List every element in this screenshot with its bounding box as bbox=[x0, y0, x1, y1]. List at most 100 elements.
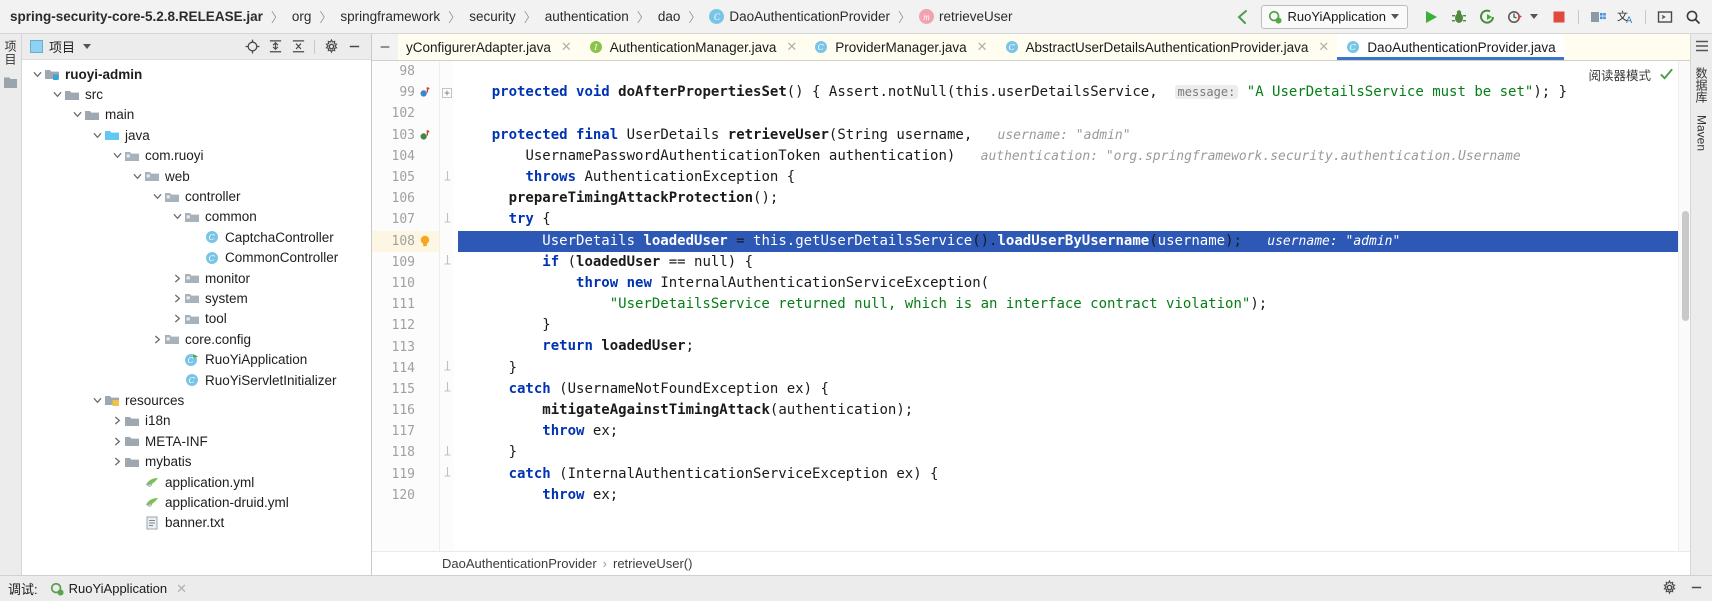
tree-node-web[interactable]: web bbox=[22, 166, 371, 186]
fold-marker-106[interactable] bbox=[440, 188, 454, 209]
code-line-118[interactable]: } bbox=[458, 442, 1678, 463]
inspections-ok-icon[interactable] bbox=[1659, 66, 1674, 84]
project-tree[interactable]: ruoyi-admin src main java com.ruoyi web contro… bbox=[22, 60, 371, 575]
fold-marker-115[interactable] bbox=[440, 379, 454, 400]
close-icon[interactable]: ✕ bbox=[786, 39, 797, 55]
editor-tab-daoauthenticationprovider[interactable]: C DaoAuthenticationProvider.java bbox=[1337, 34, 1565, 60]
locate-icon[interactable] bbox=[241, 37, 263, 57]
editor-breadcrumb-item[interactable]: retrieveUser() bbox=[613, 556, 692, 571]
breadcrumb-item[interactable]: C DaoAuthenticationProvider bbox=[707, 9, 892, 24]
project-view-chevron-down-icon[interactable] bbox=[83, 44, 92, 49]
fold-marker-116[interactable] bbox=[440, 400, 454, 421]
debug-session-tab[interactable]: RuoYiApplication ✕ bbox=[44, 578, 193, 600]
gutter-line-105[interactable]: 105 bbox=[372, 167, 439, 188]
code-line-109[interactable]: if (loadedUser == null) { bbox=[458, 252, 1678, 273]
breadcrumb-item[interactable]: m retrieveUser bbox=[917, 9, 1015, 24]
chevron-right-icon[interactable] bbox=[110, 455, 124, 469]
chevron-down-icon[interactable] bbox=[70, 108, 84, 122]
hamburger-icon[interactable] bbox=[1695, 40, 1709, 55]
fold-marker-103[interactable] bbox=[440, 125, 454, 146]
chevron-down-icon[interactable] bbox=[30, 67, 44, 81]
breadcrumb-item[interactable]: dao bbox=[656, 9, 683, 24]
breadcrumb-item[interactable]: authentication bbox=[543, 9, 631, 24]
gutter-line-109[interactable]: 109 bbox=[372, 252, 439, 273]
chevron-right-icon[interactable] bbox=[110, 434, 124, 448]
translate-icon[interactable]: 文A bbox=[1613, 4, 1639, 30]
gutter-line-106[interactable]: 106 bbox=[372, 188, 439, 209]
scrollbar-thumb[interactable] bbox=[1682, 211, 1689, 321]
code-line-111[interactable]: "UserDetailsService returned null, which… bbox=[458, 294, 1678, 315]
fold-marker-117[interactable] bbox=[440, 421, 454, 442]
editor-tab-abstractuserdetailsauthenticationprovider[interactable]: C AbstractUserDetailsAuthenticationProvid… bbox=[995, 34, 1338, 60]
structure-icon[interactable] bbox=[3, 76, 19, 90]
chevron-right-icon[interactable] bbox=[170, 271, 184, 285]
code-line-113[interactable]: return loadedUser; bbox=[458, 336, 1678, 357]
tree-node-i18n[interactable]: i18n bbox=[22, 411, 371, 431]
code-line-119[interactable]: catch (InternalAuthenticationServiceExce… bbox=[458, 464, 1678, 485]
tree-node-commoncontroller[interactable]: C CommonController bbox=[22, 248, 371, 268]
gutter-line-120[interactable]: 120 bbox=[372, 485, 439, 506]
debug-icon[interactable] bbox=[1446, 4, 1472, 30]
code-line-103[interactable]: protected final UserDetails retrieveUser… bbox=[458, 125, 1678, 146]
fold-marker-105[interactable] bbox=[440, 167, 454, 188]
override-method-gutter-icon[interactable] bbox=[415, 129, 435, 142]
chevron-down-icon[interactable] bbox=[150, 190, 164, 204]
reader-mode-label[interactable]: 阅读器模式 bbox=[1588, 65, 1651, 84]
fold-marker-99[interactable] bbox=[440, 82, 454, 103]
editor-tab-authenticationmanager[interactable]: I AuthenticationManager.java ✕ bbox=[579, 34, 806, 60]
fold-column[interactable] bbox=[440, 61, 454, 551]
close-icon[interactable]: ✕ bbox=[1318, 39, 1329, 55]
tree-node-mybatis[interactable]: mybatis bbox=[22, 451, 371, 471]
editor-gutter[interactable]: 98 99 102 103 104 105 106 107 108 109 110 111 112 113… bbox=[372, 61, 440, 551]
chevron-down-icon[interactable] bbox=[50, 88, 64, 102]
run-icon[interactable] bbox=[1418, 4, 1444, 30]
chevron-down-icon[interactable] bbox=[90, 393, 104, 407]
gutter-line-103[interactable]: 103 bbox=[372, 125, 439, 146]
chevron-right-icon[interactable] bbox=[170, 312, 184, 326]
run-configuration-selector[interactable]: RuoYiApplication bbox=[1261, 4, 1408, 29]
chevron-right-icon[interactable] bbox=[150, 332, 164, 346]
search-everywhere-icon[interactable] bbox=[1680, 4, 1706, 30]
fold-marker-120[interactable] bbox=[440, 485, 454, 506]
settings-icon[interactable] bbox=[320, 37, 342, 57]
tree-node-com-ruoyi[interactable]: com.ruoyi bbox=[22, 146, 371, 166]
tree-node-tool[interactable]: tool bbox=[22, 309, 371, 329]
fold-marker-111[interactable] bbox=[440, 294, 454, 315]
stop-icon[interactable] bbox=[1546, 4, 1572, 30]
tree-node-common[interactable]: common bbox=[22, 207, 371, 227]
tree-node-controller[interactable]: controller bbox=[22, 186, 371, 206]
code-line-114[interactable]: } bbox=[458, 358, 1678, 379]
chevron-down-icon[interactable] bbox=[170, 210, 184, 224]
chevron-right-icon[interactable] bbox=[170, 291, 184, 305]
gutter-line-98[interactable]: 98 bbox=[372, 61, 439, 82]
editor-tab-yconfigureradapter[interactable]: yConfigurerAdapter.java ✕ bbox=[398, 34, 580, 60]
code-line-112[interactable]: } bbox=[458, 315, 1678, 336]
code-line-115[interactable]: catch (UsernameNotFoundException ex) { bbox=[458, 379, 1678, 400]
code-line-99[interactable]: protected void doAfterPropertiesSet() { … bbox=[458, 82, 1678, 103]
gutter-line-99[interactable]: 99 bbox=[372, 82, 439, 103]
minimize-icon[interactable] bbox=[1689, 580, 1704, 598]
tree-node-resources[interactable]: resources bbox=[22, 390, 371, 410]
gutter-line-118[interactable]: 118 bbox=[372, 442, 439, 463]
run-method-gutter-icon[interactable] bbox=[415, 86, 435, 99]
run-with-coverage-icon[interactable] bbox=[1474, 4, 1500, 30]
fold-marker-108[interactable] bbox=[440, 231, 454, 252]
gutter-line-107[interactable]: 107 bbox=[372, 209, 439, 230]
close-icon[interactable]: ✕ bbox=[977, 39, 988, 55]
fold-marker-107[interactable] bbox=[440, 209, 454, 230]
collapse-all-icon[interactable] bbox=[287, 37, 309, 57]
tree-node-banner-txt[interactable]: banner.txt bbox=[22, 513, 371, 533]
tree-node-captchacontroller[interactable]: C CaptchaController bbox=[22, 227, 371, 247]
intention-bulb-icon[interactable] bbox=[415, 234, 435, 248]
code-line-98[interactable] bbox=[458, 61, 1678, 82]
code-line-107[interactable]: try { bbox=[458, 209, 1678, 230]
fold-marker-113[interactable] bbox=[440, 336, 454, 357]
gutter-line-108[interactable]: 108 bbox=[372, 230, 439, 252]
code-line-106[interactable]: prepareTimingAttackProtection(); bbox=[458, 188, 1678, 209]
rail-item-maven[interactable]: Maven bbox=[1695, 115, 1709, 151]
tree-node-application-druid-yml[interactable]: application-druid.yml bbox=[22, 492, 371, 512]
fold-marker-114[interactable] bbox=[440, 358, 454, 379]
tree-node-meta-inf[interactable]: META-INF bbox=[22, 431, 371, 451]
code-line-120[interactable]: throw ex; bbox=[458, 485, 1678, 506]
code-line-117[interactable]: throw ex; bbox=[458, 421, 1678, 442]
